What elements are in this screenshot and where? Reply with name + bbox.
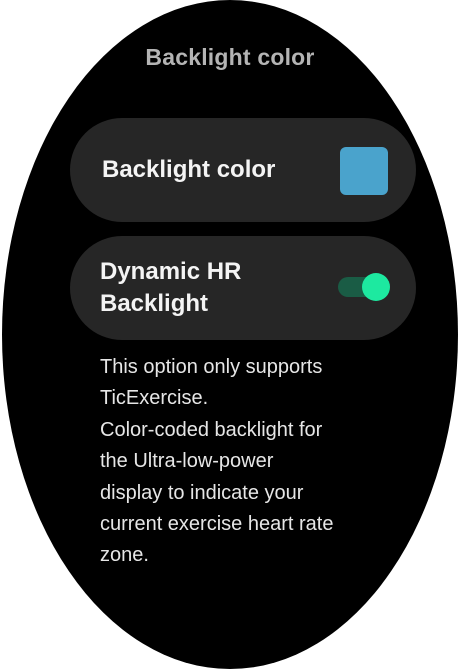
description-text: This option only supports TicExercise. C…	[100, 356, 334, 567]
dynamic-hr-backlight-toggle[interactable]	[338, 273, 390, 301]
page-title: Backlight color	[145, 44, 315, 70]
toggle-knob	[362, 273, 390, 301]
watch-screen: Backlight color Backlight color Dynamic …	[2, 0, 458, 669]
dynamic-hr-backlight-setting[interactable]: Dynamic HR Backlight	[70, 236, 416, 340]
backlight-color-label: Backlight color	[102, 156, 276, 183]
dynamic-hr-backlight-label: Dynamic HR Backlight	[100, 258, 242, 317]
backlight-color-setting[interactable]: Backlight color	[70, 118, 416, 222]
backlight-color-swatch[interactable]	[340, 147, 388, 195]
